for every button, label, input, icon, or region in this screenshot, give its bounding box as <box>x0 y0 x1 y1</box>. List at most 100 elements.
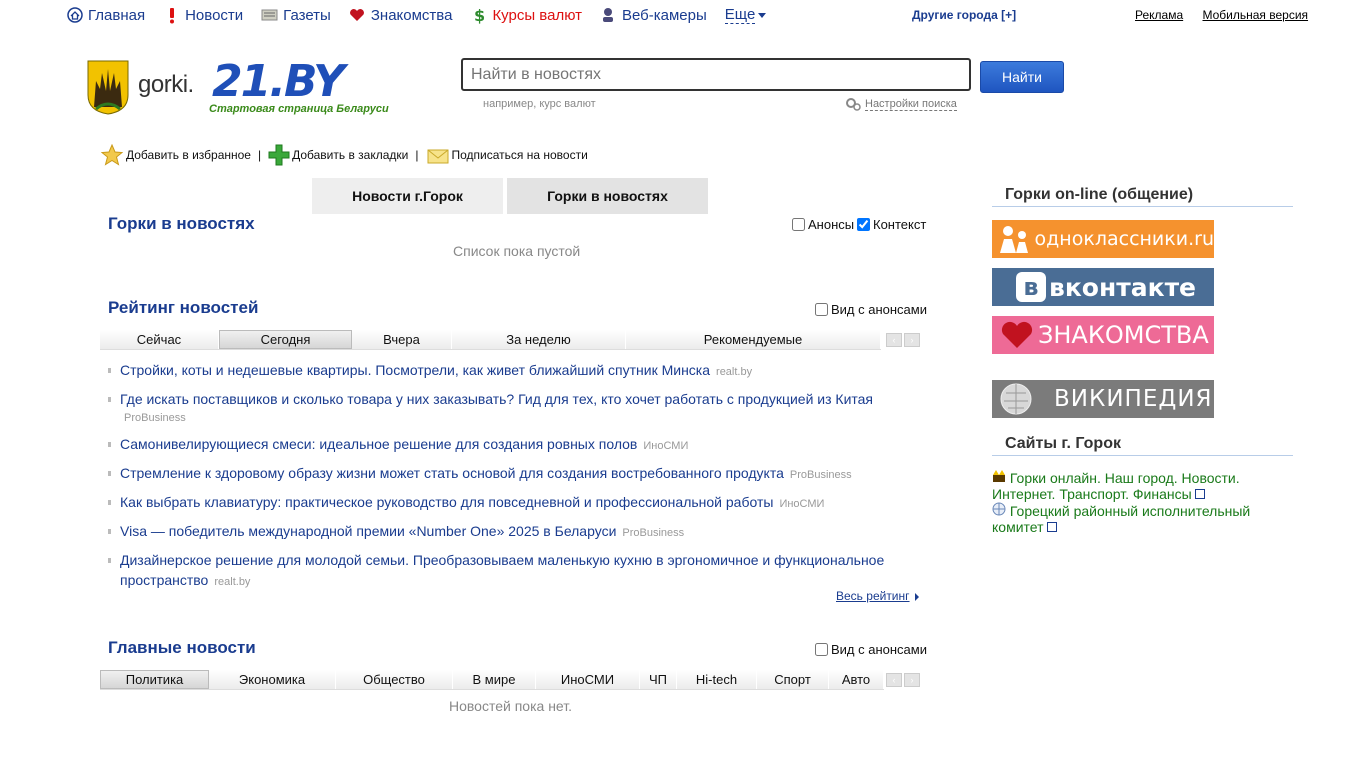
arrow-left-icon[interactable]: ‹ <box>886 333 902 347</box>
logo-brand: 21.BY <box>212 56 345 107</box>
nav-home-label: Главная <box>88 6 146 24</box>
news-title[interactable]: Стройки, коты и недешевые квартиры. Посм… <box>120 362 710 378</box>
news-source: ProBusiness <box>124 412 186 424</box>
rating-filter-recommended[interactable]: Рекомендуемые <box>626 330 881 349</box>
rating-filter-week[interactable]: За неделю <box>452 330 626 349</box>
divider <box>992 455 1293 456</box>
nav-currency[interactable]: $ Курсы валют <box>470 6 582 24</box>
nav-news[interactable]: Новости <box>163 7 243 24</box>
news-source: ProBusiness <box>622 527 685 539</box>
arrow-right-icon[interactable]: › <box>904 673 920 687</box>
add-favorites-label: Добавить в избранное <box>126 148 251 162</box>
list-item[interactable]: Дизайнерское решение для молодой семьи. … <box>108 550 908 592</box>
other-cities-link[interactable]: Другие города [+] <box>912 8 1016 22</box>
main-filter-inosmi[interactable]: ИноСМИ <box>536 670 640 689</box>
dollar-icon: $ <box>470 6 487 24</box>
news-title[interactable]: Где искать поставщиков и сколько товара … <box>120 391 873 407</box>
all-rating-link[interactable]: Весь рейтинг <box>836 589 919 603</box>
vkontakte-banner[interactable]: в вконтакте <box>992 268 1214 306</box>
arrow-right-icon[interactable]: › <box>904 333 920 347</box>
search-settings-label: Настройки поиска <box>865 97 957 111</box>
list-item[interactable]: Горки онлайн. Наш город. Новости. Интерн… <box>992 469 1292 502</box>
rating-filter-bar: Сейчас Сегодня Вчера За неделю Рекоменду… <box>100 330 881 350</box>
list-item[interactable]: Стройки, коты и недешевые квартиры. Посм… <box>108 360 908 382</box>
main-filter-economy[interactable]: Экономика <box>209 670 336 689</box>
main-filter-society[interactable]: Общество <box>336 670 453 689</box>
main-anons-input[interactable] <box>815 643 828 656</box>
nav-more[interactable]: Еще <box>724 5 767 24</box>
plus-icon <box>268 144 290 166</box>
webcam-icon <box>600 7 617 24</box>
rating-title: Рейтинг новостей <box>108 298 259 317</box>
rating-filter-now[interactable]: Сейчас <box>100 330 219 349</box>
search-settings-link[interactable]: Настройки поиска <box>845 97 957 111</box>
list-item[interactable]: Где искать поставщиков и сколько товара … <box>108 389 908 427</box>
svg-text:$: $ <box>474 6 485 24</box>
context-checkbox-input[interactable] <box>857 218 870 231</box>
site-logo[interactable]: gorki. 21.BY Стартовая страница Беларуси <box>86 57 426 117</box>
list-item[interactable]: Как выбрать клавиатуру: практическое рук… <box>108 492 908 514</box>
gear-icon <box>846 98 861 111</box>
news-source: ИноСМИ <box>643 440 689 452</box>
city-icon <box>993 470 1005 482</box>
list-item[interactable]: Горецкий районный исполнительный комитет <box>992 502 1292 535</box>
site-link[interactable]: Горецкий районный исполнительный комитет <box>992 503 1250 535</box>
main-filter-incidents[interactable]: ЧП <box>640 670 677 689</box>
news-title[interactable]: Самонивелирующиеся смеси: идеальное реше… <box>120 436 637 452</box>
main-news-empty: Новостей пока нет. <box>449 698 572 714</box>
nav-dating-label: Знакомства <box>370 6 453 24</box>
main-filter-hitech[interactable]: Hi-tech <box>677 670 757 689</box>
in-news-title: Горки в новостях <box>108 214 255 233</box>
ads-link[interactable]: Реклама <box>1135 8 1183 22</box>
search-input[interactable] <box>461 58 971 91</box>
main-filter-sport[interactable]: Спорт <box>757 670 829 689</box>
anons-checkbox-input[interactable] <box>792 218 805 231</box>
news-source: ProBusiness <box>789 469 852 481</box>
logo-city: gorki. <box>138 71 194 98</box>
wikipedia-banner[interactable]: ВИКИПЕДИЯ <box>992 380 1214 418</box>
search-button[interactable]: Найти <box>980 61 1064 93</box>
nav-more-label: Еще <box>724 5 756 24</box>
news-title[interactable]: Как выбрать клавиатуру: практическое рук… <box>120 494 773 510</box>
rating-filter-yesterday[interactable]: Вчера <box>352 330 452 349</box>
chevron-down-icon <box>758 12 767 18</box>
nav-dating[interactable]: Знакомства <box>349 6 453 24</box>
list-item[interactable]: Самонивелирующиеся смеси: идеальное реше… <box>108 434 908 456</box>
add-bookmarks-link[interactable]: Добавить в закладки <box>268 144 408 166</box>
tab-in-news[interactable]: Горки в новостях <box>507 178 708 214</box>
anons-checkbox[interactable]: Анонсы <box>792 217 854 232</box>
all-rating-label: Весь рейтинг <box>836 589 910 603</box>
main-filter-world[interactable]: В мире <box>453 670 536 689</box>
search-hint: например, курс валют <box>483 98 596 110</box>
rating-anons-input[interactable] <box>815 303 828 316</box>
news-title[interactable]: Стремление к здоровому образу жизни може… <box>120 465 784 481</box>
arrow-left-icon[interactable]: ‹ <box>886 673 902 687</box>
bullet-icon <box>108 500 111 505</box>
mobile-version-link[interactable]: Мобильная версия <box>1202 8 1308 22</box>
rating-anons-checkbox[interactable]: Вид с анонсами <box>815 302 927 317</box>
context-checkbox[interactable]: Контекст <box>857 217 926 232</box>
rating-scroll-arrows: ‹ › <box>886 333 922 347</box>
odnoklassniki-banner[interactable]: одноклассники.ru <box>992 220 1214 258</box>
nav-newspapers[interactable]: Газеты <box>261 7 331 24</box>
news-title[interactable]: Visa — победитель международной премии «… <box>120 523 616 539</box>
nav-webcams-label: Веб-камеры <box>621 6 707 24</box>
add-favorites-link[interactable]: Добавить в избранное <box>101 144 251 166</box>
dating-banner[interactable]: ЗНАКОМСТВА <box>992 316 1214 354</box>
rating-filter-today[interactable]: Сегодня <box>219 330 352 349</box>
subscribe-link[interactable]: Подписаться на новости <box>426 145 588 165</box>
tab-city-news[interactable]: Новости г.Горок <box>312 178 503 214</box>
coat-of-arms-icon <box>87 60 129 115</box>
bullet-icon <box>108 442 111 447</box>
news-source: ИноСМИ <box>779 498 825 510</box>
list-item[interactable]: Visa — победитель международной премии «… <box>108 521 908 543</box>
main-filter-auto[interactable]: Авто <box>829 670 884 689</box>
main-filter-politics[interactable]: Политика <box>100 670 209 689</box>
external-link-icon <box>1046 522 1057 532</box>
main-anons-checkbox[interactable]: Вид с анонсами <box>815 642 927 657</box>
nav-webcams[interactable]: Веб-камеры <box>600 7 707 24</box>
list-item[interactable]: Стремление к здоровому образу жизни може… <box>108 463 908 485</box>
main-anons-label: Вид с анонсами <box>831 642 927 657</box>
nav-home[interactable]: Главная <box>66 7 145 24</box>
main-news-title: Главные новости <box>108 638 256 657</box>
